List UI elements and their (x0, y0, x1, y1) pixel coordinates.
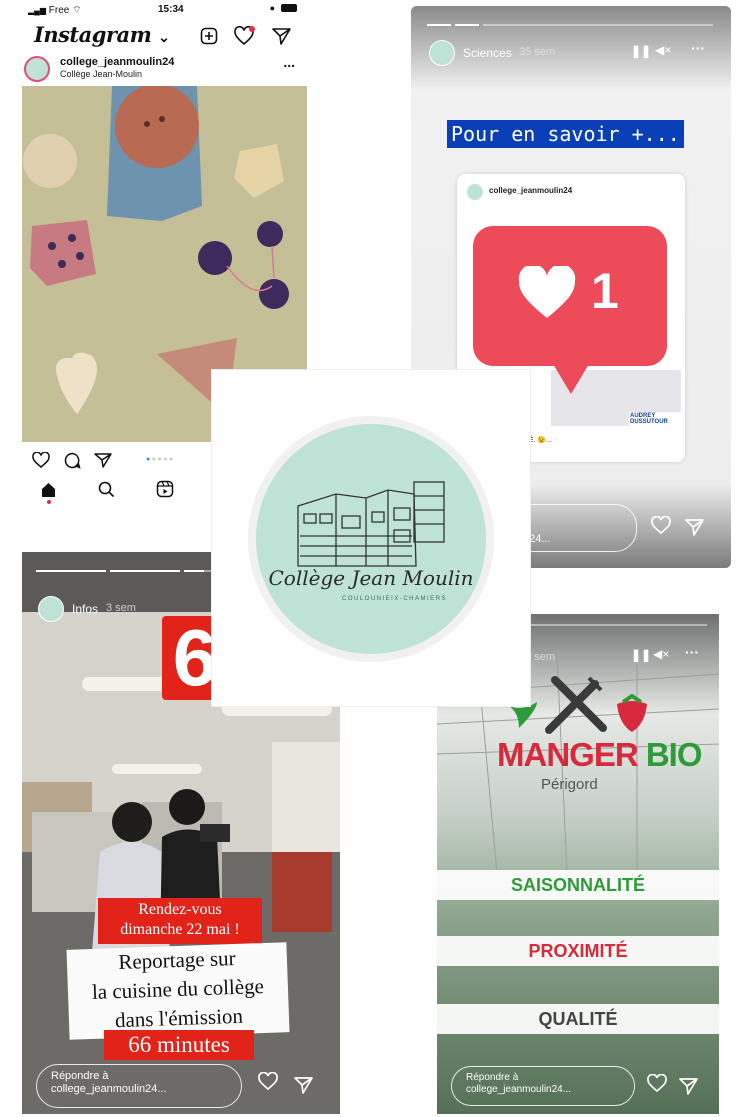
reply-input[interactable]: Répondre à college_jeanmoulin24... (451, 1066, 635, 1106)
credit-label: AUDREY DUSSUTOUR (629, 412, 681, 426)
story-progress-segment (455, 24, 479, 26)
new-post-icon[interactable] (200, 27, 218, 45)
reply-input[interactable]: Répondre à college_jeanmoulin24... (36, 1064, 242, 1108)
story-progress-segment (184, 570, 204, 572)
like-heart-icon[interactable] (647, 1074, 667, 1092)
strawberry-icon (617, 694, 647, 732)
share-icon[interactable] (685, 518, 705, 536)
report-text-box: Reportage sur la cuisine du collège dans l… (66, 942, 290, 1040)
reels-icon[interactable] (156, 480, 174, 498)
avatar[interactable] (24, 56, 50, 82)
share-icon[interactable] (679, 1077, 699, 1095)
story-time: 3 sem (106, 602, 136, 614)
story-headline: Pour en savoir +... (447, 120, 684, 148)
pause-icon[interactable]: ❚❚ (631, 648, 651, 662)
logo-subline: COULOUNIEIX-CHAMIERS (342, 596, 448, 602)
clock: 15:34 (158, 4, 184, 15)
like-heart-icon[interactable] (32, 452, 50, 468)
story-progress-segment (427, 24, 451, 26)
college-logo-panel: Collège Jean Moulin COULOUNIEIX-CHAMIERS (212, 370, 530, 706)
perigord-subtitle: Périgord (541, 776, 598, 793)
logo-name: Collège Jean Moulin (268, 566, 474, 590)
mute-icon[interactable]: ◀× (653, 647, 669, 661)
share-icon[interactable] (294, 1076, 314, 1094)
story-avatar[interactable] (429, 40, 455, 66)
school-building-icon (297, 481, 445, 567)
direct-message-icon[interactable] (272, 27, 292, 45)
carrier-label: Free (48, 5, 70, 16)
battery-icon (281, 4, 297, 12)
like-heart-icon[interactable] (651, 516, 671, 534)
story-progress-segment (36, 570, 106, 572)
instagram-logo[interactable]: Instagram ⌄ (34, 22, 170, 47)
story-avatar[interactable] (38, 596, 64, 622)
share-icon[interactable] (94, 452, 112, 468)
moon-icon: ● (269, 3, 275, 13)
more-options-icon[interactable]: ··· (685, 644, 699, 660)
carousel-dots: ●●●●● (146, 456, 175, 463)
qualite-label: QUALITÉ (437, 1004, 719, 1034)
story-progress-segment (110, 570, 180, 572)
manger-bio-title: MANGER BIO (497, 736, 703, 773)
like-count-badge: 1 (473, 226, 667, 366)
home-icon[interactable] (40, 481, 57, 498)
story-user[interactable]: Sciences (463, 46, 512, 60)
more-options-icon[interactable]: ··· (691, 40, 705, 56)
search-icon[interactable] (98, 481, 115, 498)
embedded-avatar (467, 184, 483, 200)
wifi-icon: ⌔ (72, 5, 82, 16)
story-time: 35 sem (519, 46, 556, 58)
story-user[interactable]: Infos (72, 602, 98, 616)
signal-icon: ▂▄▆ (28, 6, 46, 15)
story-progress-remaining (483, 24, 713, 26)
embedded-username: college_jeanmoulin24 (489, 186, 573, 195)
home-active-dot (47, 500, 51, 504)
post-header: college_jeanmoulin24 Collège Jean-Moulin… (22, 54, 307, 84)
like-heart-icon[interactable] (258, 1072, 278, 1090)
post-location[interactable]: Collège Jean-Moulin (60, 69, 142, 79)
mute-icon[interactable]: ◀× (655, 43, 671, 57)
activity-heart-icon[interactable] (234, 26, 256, 46)
comment-icon[interactable] (64, 452, 81, 469)
fork-knife-icon (545, 676, 607, 734)
like-badge-pointer (553, 364, 589, 394)
saisonnalite-label: SAISONNALITÉ (437, 870, 719, 900)
like-heart-icon (518, 266, 576, 318)
like-count: 1 (591, 263, 619, 319)
post-username[interactable]: college_jeanmoulin24 (60, 56, 174, 68)
show-name-banner: 66 minutes (104, 1030, 254, 1060)
status-bar: ▂▄▆ Free ⌔ 15:34 ● (28, 3, 301, 16)
pause-icon[interactable]: ❚❚ (631, 44, 651, 58)
date-banner: Rendez-vous dimanche 22 mai ! (98, 898, 262, 944)
proximite-label: PROXIMITÉ (437, 936, 719, 966)
more-options-icon[interactable]: ... (283, 54, 295, 70)
